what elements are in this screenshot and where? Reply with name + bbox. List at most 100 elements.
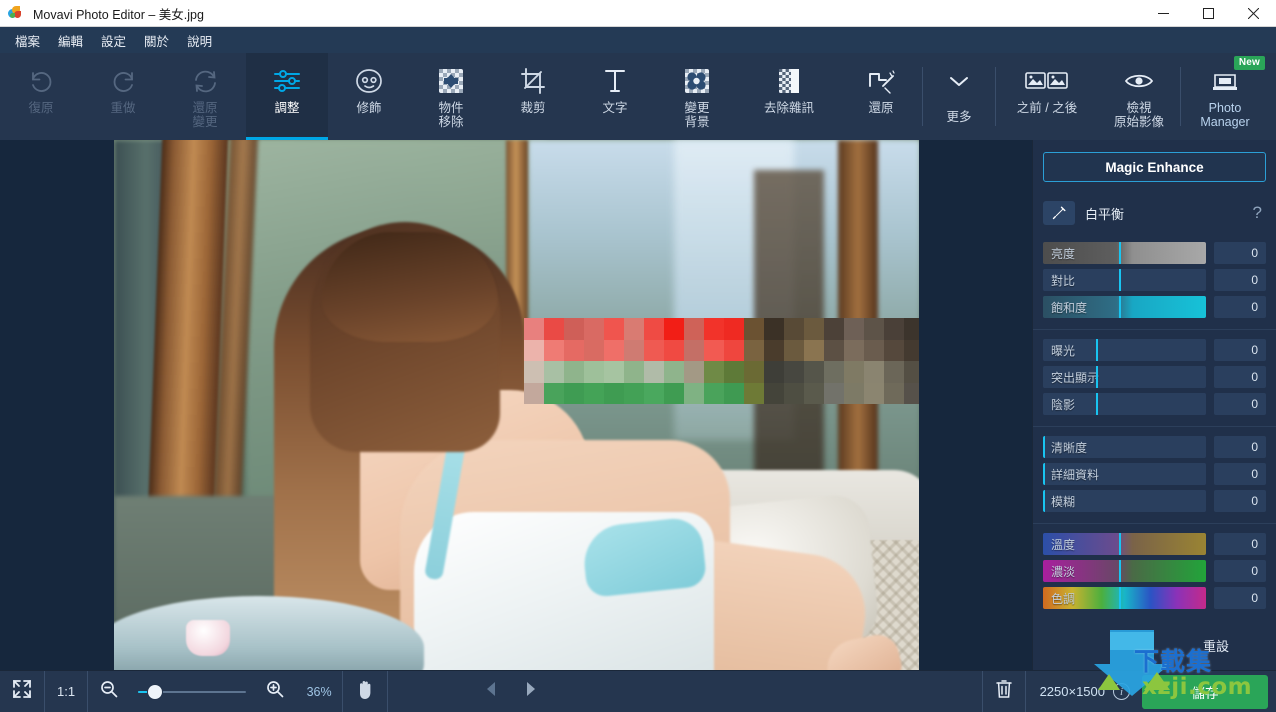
slider-value[interactable]: 0 (1214, 587, 1266, 609)
eyedropper-button[interactable] (1043, 201, 1075, 225)
slider-detail-2[interactable]: 模糊 (1043, 490, 1206, 512)
redo-button[interactable]: 重做 (82, 53, 164, 140)
mosaic-pixel (643, 382, 664, 404)
slider-handle[interactable] (1095, 339, 1098, 361)
slider-handle[interactable] (1043, 463, 1045, 485)
maximize-button[interactable] (1186, 0, 1231, 27)
movavi-logo-icon (8, 5, 24, 21)
slider-detail-0[interactable]: 清晰度 (1043, 436, 1206, 458)
zoom-slider-knob[interactable] (148, 684, 163, 699)
slider-value[interactable]: 0 (1214, 463, 1266, 485)
zoom-slider[interactable] (138, 682, 247, 702)
before-after-icon (1025, 64, 1069, 98)
tool-change-background-button[interactable]: 變更 背景 (656, 53, 738, 140)
slider-light-2[interactable]: 陰影 (1043, 393, 1206, 415)
tool-retouch-button[interactable]: 修飾 (328, 53, 410, 140)
mosaic-pixel (823, 339, 844, 361)
slider-label: 溫度 (1051, 537, 1076, 552)
previous-image-button[interactable] (472, 671, 511, 712)
view-original-button[interactable]: 檢視 原始影像 (1098, 53, 1180, 140)
slider-value[interactable]: 0 (1214, 339, 1266, 361)
slider-label: 詳細資料 (1051, 467, 1100, 482)
tool-adjust-button[interactable]: 調整 (246, 53, 328, 140)
mosaic-pixel (543, 339, 564, 361)
close-button[interactable] (1231, 0, 1276, 27)
slider-value[interactable]: 0 (1214, 490, 1266, 512)
mosaic-pixel (743, 318, 764, 340)
tool-object-removal-button[interactable]: 物件 移除 (410, 53, 492, 140)
slider-handle[interactable] (1118, 242, 1121, 264)
image-canvas-area[interactable] (0, 140, 1032, 670)
slider-value[interactable]: 0 (1214, 393, 1266, 415)
more-tools-button[interactable]: 更多 (923, 53, 995, 140)
undo-button[interactable]: 復原 (0, 53, 82, 140)
slider-handle[interactable] (1043, 490, 1045, 512)
reset-changes-button[interactable]: 還原 變更 (164, 53, 246, 140)
save-button[interactable]: 儲存 (1142, 674, 1268, 709)
tool-restore-button[interactable]: 還原 (840, 53, 922, 140)
slider-label: 模糊 (1051, 494, 1076, 509)
info-icon[interactable]: i (1113, 683, 1130, 700)
edited-photo[interactable] (113, 140, 919, 670)
magic-enhance-wrap: Magic Enhance (1033, 140, 1276, 193)
mosaic-pixel (803, 339, 824, 361)
menu-item-about[interactable]: 關於 (135, 28, 178, 53)
slider-detail-1[interactable]: 詳細資料 (1043, 463, 1206, 485)
slider-handle[interactable] (1043, 436, 1045, 458)
tool-denoise-label: 去除雜訊 (763, 101, 814, 115)
menu-item-help[interactable]: 說明 (178, 28, 221, 53)
slider-tone-1[interactable]: 對比 (1043, 269, 1206, 291)
slider-handle[interactable] (1118, 560, 1121, 582)
slider-value[interactable]: 0 (1214, 296, 1266, 318)
minimize-button[interactable] (1141, 0, 1186, 27)
slider-value[interactable]: 0 (1214, 366, 1266, 388)
photo-manager-button[interactable]: New Photo Manager (1181, 53, 1269, 140)
slider-value[interactable]: 0 (1214, 560, 1266, 582)
menu-item-edit[interactable]: 編輯 (49, 28, 92, 53)
magic-enhance-button[interactable]: Magic Enhance (1043, 152, 1266, 182)
slider-value[interactable]: 0 (1214, 436, 1266, 458)
mosaic-pixel (783, 361, 804, 383)
slider-handle[interactable] (1118, 587, 1121, 609)
fit-to-screen-button[interactable] (0, 671, 44, 712)
mosaic-pixel (783, 339, 804, 361)
slider-handle[interactable] (1095, 393, 1098, 415)
mosaic-pixel (803, 318, 824, 340)
reset-button[interactable]: 重設 (1166, 630, 1266, 660)
mosaic-pixel (583, 318, 604, 340)
slider-handle[interactable] (1118, 533, 1121, 555)
slider-light-0[interactable]: 曝光 (1043, 339, 1206, 361)
slider-tone-2[interactable]: 飽和度 (1043, 296, 1206, 318)
mosaic-pixel (683, 339, 704, 361)
tool-text-button[interactable]: 文字 (574, 53, 656, 140)
slider-handle[interactable] (1118, 269, 1121, 291)
tool-denoise-button[interactable]: 去除雜訊 (738, 53, 840, 140)
slider-color-0[interactable]: 溫度 (1043, 533, 1206, 555)
slider-color-1[interactable]: 濃淡 (1043, 560, 1206, 582)
zoom-out-button[interactable] (88, 671, 130, 712)
tool-object-removal-label: 物件 移除 (438, 101, 464, 129)
tool-crop-button[interactable]: 裁剪 (492, 53, 574, 140)
mosaic-pixel (563, 382, 584, 404)
slider-value[interactable]: 0 (1214, 242, 1266, 264)
menu-item-settings[interactable]: 設定 (92, 28, 135, 53)
mosaic-pixel (883, 339, 904, 361)
slider-color-2[interactable]: 色調 (1043, 587, 1206, 609)
slider-handle[interactable] (1095, 366, 1098, 388)
title-bar: Movavi Photo Editor – 美女.jpg (0, 0, 1276, 27)
slider-tone-0[interactable]: 亮度 (1043, 242, 1206, 264)
mosaic-pixel (603, 339, 624, 361)
mosaic-pixel (723, 318, 744, 340)
hand-tool-button[interactable] (343, 671, 387, 712)
help-icon[interactable]: ? (1253, 203, 1266, 223)
delete-image-button[interactable] (983, 671, 1025, 712)
slider-light-1[interactable]: 突出顯示 (1043, 366, 1206, 388)
slider-value[interactable]: 0 (1214, 533, 1266, 555)
zoom-ratio-button[interactable]: 1:1 (45, 671, 87, 712)
zoom-in-button[interactable] (254, 671, 296, 712)
menu-item-file[interactable]: 檔案 (6, 28, 49, 53)
slider-handle[interactable] (1118, 296, 1121, 318)
slider-value[interactable]: 0 (1214, 269, 1266, 291)
next-image-button[interactable] (511, 671, 550, 712)
before-after-button[interactable]: 之前 / 之後 (996, 53, 1098, 140)
